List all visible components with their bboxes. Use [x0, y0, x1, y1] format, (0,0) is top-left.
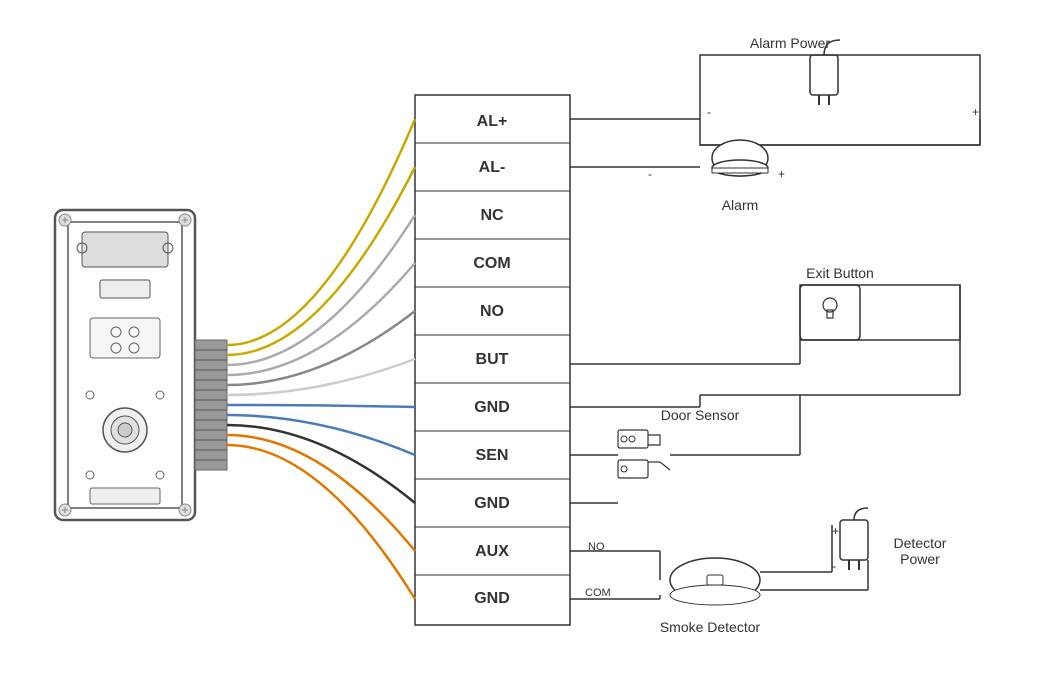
- exit-button-label: Exit Button: [806, 265, 874, 281]
- terminal-al-plus: AL+: [477, 113, 508, 130]
- terminal-but: BUT: [476, 351, 509, 368]
- alarm-minus: -: [648, 167, 652, 181]
- detector-power-label2: Power: [900, 551, 940, 567]
- detector-power-label: Detector: [894, 535, 947, 551]
- terminal-al-minus: AL-: [479, 159, 506, 176]
- terminal-aux: AUX: [475, 543, 509, 560]
- alarm-power-label: Alarm Power: [750, 35, 830, 51]
- terminal-nc: NC: [480, 207, 504, 224]
- terminal-gnd2: GND: [474, 495, 510, 512]
- smoke-detector-label: Smoke Detector: [660, 619, 761, 635]
- alarm-power-plus: +: [972, 105, 979, 119]
- terminal-gnd3: GND: [474, 590, 510, 607]
- terminal-gnd1: GND: [474, 399, 510, 416]
- smoke-com-label: COM: [585, 587, 611, 599]
- alarm-power-minus: -: [707, 105, 711, 119]
- alarm-label: Alarm: [722, 197, 759, 213]
- terminal-com: COM: [473, 255, 510, 272]
- terminal-no: NO: [480, 303, 504, 320]
- detector-plus: +: [832, 524, 839, 538]
- terminal-sen: SEN: [476, 447, 509, 464]
- alarm-plus: +: [778, 167, 785, 181]
- door-sensor-label: Door Sensor: [661, 407, 740, 423]
